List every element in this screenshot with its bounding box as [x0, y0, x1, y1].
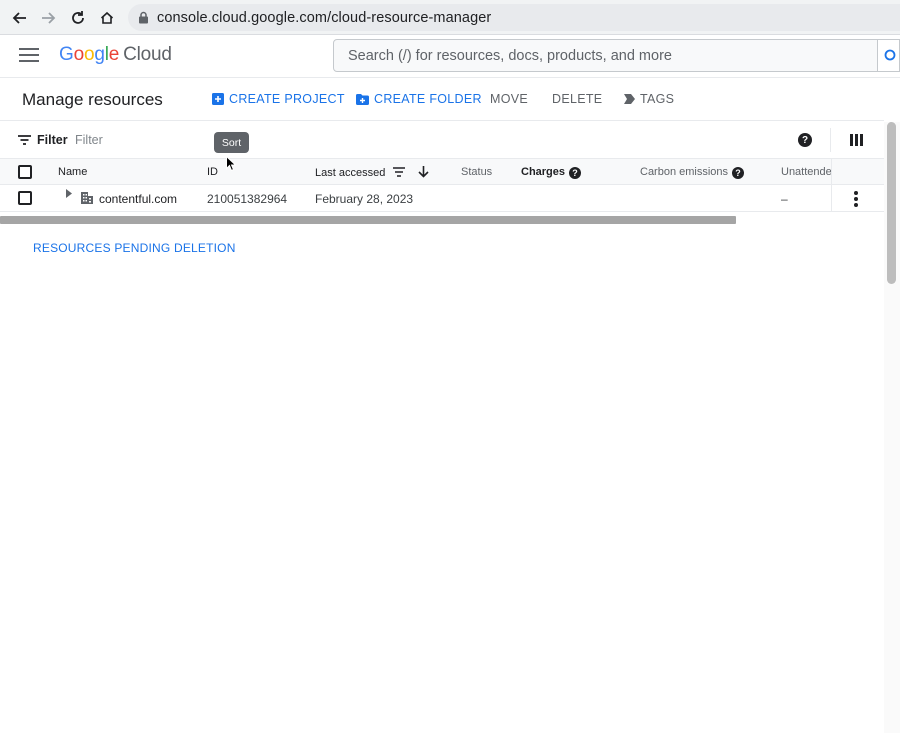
organization-icon	[81, 192, 93, 204]
expand-arrow-icon[interactable]	[66, 189, 72, 198]
add-folder-icon	[356, 93, 369, 105]
search-icon	[884, 49, 895, 60]
carbon-label: Carbon emissions	[640, 166, 729, 178]
search-input[interactable]: Search (/) for resources, docs, products…	[333, 39, 878, 72]
column-last-accessed[interactable]: Last accessed	[315, 166, 430, 179]
search-button[interactable]	[878, 39, 900, 72]
resource-name-link[interactable]: contentful.com	[99, 192, 177, 206]
add-box-icon	[212, 93, 224, 105]
google-cloud-logo[interactable]: Google Cloud	[59, 44, 172, 66]
create-project-label: CREATE PROJECT	[229, 92, 345, 106]
create-folder-label: CREATE FOLDER	[374, 92, 482, 106]
column-carbon-emissions[interactable]: Carbon emissions?	[640, 166, 745, 179]
actions-column-header	[831, 159, 884, 184]
resources-pending-deletion-link[interactable]: RESOURCES PENDING DELETION	[33, 241, 236, 255]
page-title: Manage resources	[22, 90, 163, 109]
last-accessed-label: Last accessed	[315, 167, 386, 179]
column-display-icon[interactable]	[850, 134, 863, 146]
filter-label: Filter	[37, 133, 68, 147]
table-row[interactable]: contentful.com 210051382964 February 28,…	[0, 185, 884, 212]
browser-toolbar: console.cloud.google.com/cloud-resource-…	[0, 0, 900, 35]
menu-icon[interactable]	[19, 48, 39, 64]
row-checkbox[interactable]	[18, 191, 32, 205]
select-all-checkbox[interactable]	[18, 165, 32, 179]
arrow-down-icon[interactable]	[418, 166, 430, 178]
tags-button[interactable]: TAGS	[624, 92, 674, 106]
help-icon[interactable]: ?	[798, 133, 812, 147]
home-icon[interactable]	[95, 6, 119, 30]
back-arrow-icon[interactable]	[8, 6, 32, 30]
horizontal-scrollbar[interactable]	[0, 216, 736, 224]
last-accessed-value: February 28, 2023	[315, 192, 414, 206]
move-button[interactable]: MOVE	[490, 92, 528, 106]
charges-help-icon[interactable]: ?	[569, 167, 582, 179]
filter-input[interactable]: Filter	[75, 133, 103, 147]
filter-bar: Filter Filter ?	[0, 122, 884, 158]
column-id[interactable]: ID	[207, 166, 218, 178]
divider	[830, 128, 831, 152]
create-project-button[interactable]: CREATE PROJECT	[212, 92, 345, 106]
more-actions-icon[interactable]	[854, 191, 858, 207]
cloud-header: Google Cloud Search (/) for resources, do…	[0, 35, 900, 78]
table-header: Name ID Last accessed Status Charges? Ca…	[0, 158, 884, 185]
filter-icon	[18, 135, 31, 145]
address-bar[interactable]: console.cloud.google.com/cloud-resource-…	[128, 4, 900, 31]
filter-button[interactable]: Filter	[18, 133, 68, 147]
tags-label: TAGS	[640, 92, 675, 106]
column-status[interactable]: Status	[461, 166, 492, 178]
column-name[interactable]: Name	[58, 166, 87, 178]
lock-icon	[139, 11, 148, 24]
carbon-help-icon[interactable]: ?	[732, 167, 745, 179]
tag-icon	[624, 94, 635, 104]
sort-tooltip: Sort	[214, 132, 249, 153]
delete-button[interactable]: DELETE	[552, 92, 602, 106]
resource-id: 210051382964	[207, 192, 288, 206]
reload-icon[interactable]	[66, 6, 90, 30]
column-unattended[interactable]: Unattende	[781, 166, 831, 178]
unattended-value: –	[781, 192, 788, 206]
sort-lines-icon[interactable]	[393, 167, 406, 177]
charges-label: Charges	[521, 166, 566, 178]
mouse-cursor-icon	[226, 156, 236, 172]
url-text: console.cloud.google.com/cloud-resource-…	[157, 9, 492, 26]
column-charges[interactable]: Charges?	[521, 166, 582, 179]
page-toolbar: Manage resources CREATE PROJECT CREATE F…	[0, 79, 884, 121]
vertical-scrollbar[interactable]	[887, 122, 896, 284]
create-folder-button[interactable]: CREATE FOLDER	[356, 92, 482, 106]
forward-arrow-icon[interactable]	[36, 6, 60, 30]
